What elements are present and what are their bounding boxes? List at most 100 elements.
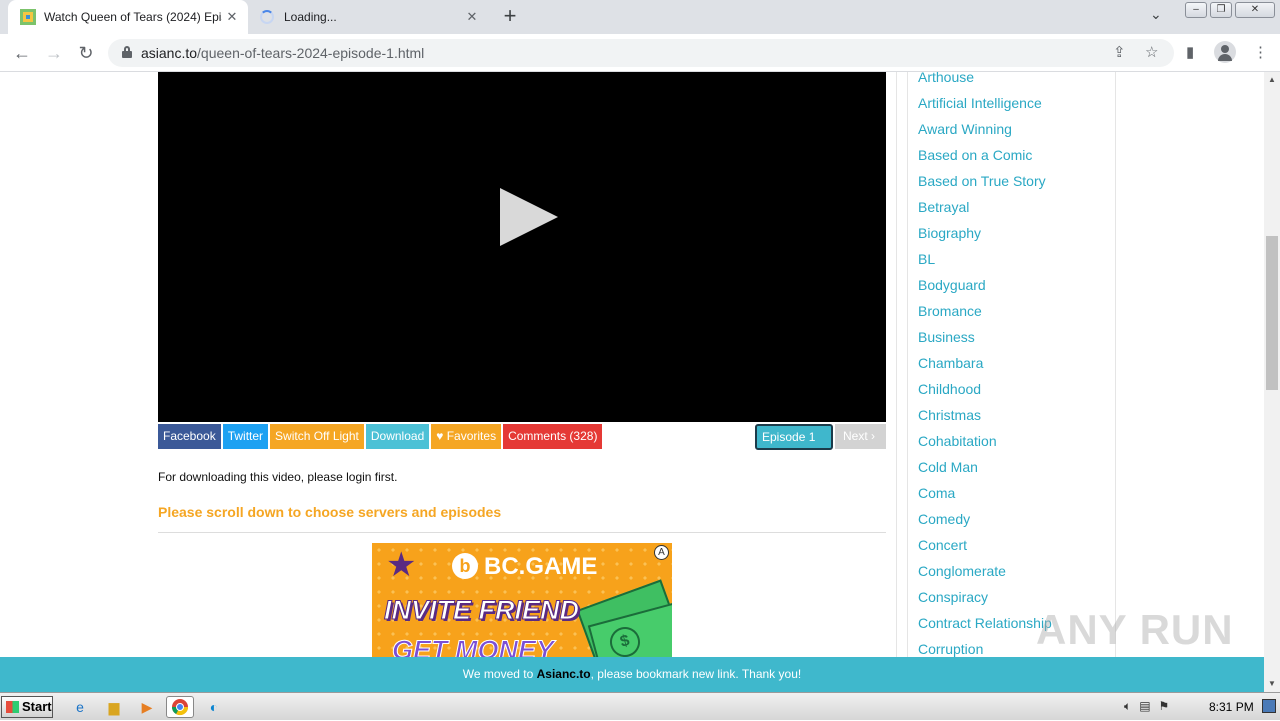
genre-link[interactable]: Arthouse [918,72,1052,94]
menu-kebab-icon[interactable]: ⋮ [1253,43,1268,61]
close-window-button[interactable]: ✕ [1235,2,1275,18]
genre-link[interactable]: Corruption [918,640,1052,657]
banner-suffix: , please bookmark new link. Thank you! [590,667,802,681]
genre-link[interactable]: Conglomerate [918,562,1052,588]
genre-link[interactable]: Christmas [918,406,1052,432]
genre-link[interactable]: Biography [918,224,1052,250]
tab-title: Loading... [284,10,337,24]
genre-link[interactable]: Comedy [918,510,1052,536]
show-desktop-button[interactable] [1262,699,1276,713]
tab-search-chevron-icon[interactable]: ⌄ [1150,6,1162,23]
media-player-icon[interactable]: ▶ [137,697,157,717]
minimize-button[interactable]: – [1185,2,1207,18]
next-episode-button[interactable]: Next › [835,424,886,449]
player-action-bar: Facebook Twitter Switch Off Light Downlo… [158,424,604,449]
ad-brand-logo: b BC.GAME [452,553,597,581]
chevron-right-icon: › [871,429,876,443]
forward-arrow-icon[interactable]: → [43,42,65,64]
divider [158,532,886,533]
file-explorer-icon[interactable]: ▆ [104,697,124,717]
url-text: asianc.to/queen-of-tears-2024-episode-1.… [141,45,425,61]
site-favicon-icon [20,9,36,25]
twitter-share-button[interactable]: Twitter [222,424,269,449]
restore-button[interactable]: ❐ [1210,2,1232,18]
brand-b-icon: b [452,553,478,579]
star-icon: ★ [386,546,417,584]
edge-browser-icon[interactable]: ◐ [204,697,224,717]
internet-explorer-icon[interactable]: e [70,697,90,717]
action-center-flag-icon[interactable]: ⚑ [1159,699,1170,714]
windows-taskbar: Start e ▆ ▶ ◐ 🔈︎ ▤ ⚑ 8:31 PM [0,692,1280,720]
favorites-button[interactable]: ♥ Favorites [431,424,502,449]
video-player[interactable] [158,72,886,422]
sidebar-border [907,72,908,657]
banner-prefix: We moved to [462,667,534,681]
close-tab-icon[interactable]: ✕ [222,9,242,25]
genre-link[interactable]: Cohabitation [918,432,1052,458]
reload-icon[interactable]: ↻ [75,42,97,64]
genre-link[interactable]: Based on a Comic [918,146,1052,172]
bookmark-star-icon[interactable]: ☆ [1145,43,1158,61]
genre-link[interactable]: Childhood [918,380,1052,406]
scroll-down-arrow-icon[interactable]: ▼ [1264,676,1280,692]
genre-list: Arthouse Artificial Intelligence Award Win… [918,72,1052,657]
ad-subheadline: GET MONEY [391,635,555,658]
comments-button[interactable]: Comments (328) [503,424,603,449]
new-tab-button[interactable]: + [498,4,522,28]
genre-link[interactable]: Coma [918,484,1052,510]
next-label: Next [843,429,868,443]
tab-loading[interactable]: Loading... ✕ [248,0,488,34]
download-button[interactable]: Download [365,424,430,449]
sidebar-border [1115,72,1116,657]
start-button[interactable]: Start [1,696,53,718]
system-tray: 🔈︎ ▤ ⚑ [1124,699,1169,714]
genre-link[interactable]: Business [918,328,1052,354]
tab-strip: Watch Queen of Tears (2024) Episode 1 ✕ … [0,0,1280,34]
genre-link[interactable]: Bodyguard [918,276,1052,302]
genre-link[interactable]: Concert [918,536,1052,562]
login-note: For downloading this video, please login… [158,470,398,484]
banner-site-link[interactable]: Asianc.to [537,667,591,681]
episode-button[interactable]: Episode 1 [755,424,833,450]
page-scrollbar[interactable]: ▲ ▼ [1264,72,1280,692]
switch-off-light-button[interactable]: Switch Off Light [270,424,364,449]
genre-link[interactable]: Betrayal [918,198,1052,224]
scrollbar-thumb[interactable] [1266,236,1278,390]
genre-link[interactable]: Chambara [918,354,1052,380]
taskbar-clock[interactable]: 8:31 PM [1209,700,1254,714]
moved-notice-banner: We moved to Asianc.to, please bookmark n… [0,657,1264,692]
ad-headline: INVITE FRIEND [383,595,580,626]
volume-icon[interactable]: 🔈︎ [1124,699,1131,714]
genre-link[interactable]: Cold Man [918,458,1052,484]
page-viewport: Facebook Twitter Switch Off Light Downlo… [0,72,1264,657]
side-panel-icon[interactable]: ▮ [1186,43,1194,61]
scroll-up-arrow-icon[interactable]: ▲ [1264,72,1280,88]
profile-avatar-icon[interactable] [1214,41,1236,63]
lock-icon [122,46,132,58]
share-icon[interactable]: ⇪ [1113,43,1126,61]
genre-link[interactable]: Conspiracy [918,588,1052,614]
tab-active[interactable]: Watch Queen of Tears (2024) Episode 1 ✕ [8,0,248,34]
genre-link[interactable]: Award Winning [918,120,1052,146]
genre-link[interactable]: Contract Relationship [918,614,1052,640]
content-divider [896,72,897,657]
network-icon[interactable]: ▤ [1139,699,1150,714]
play-icon[interactable] [500,188,558,246]
advertisement-banner[interactable]: ★ b BC.GAME $ INVITE FRIEND GET MONEY A [372,543,672,657]
address-bar[interactable]: asianc.to/queen-of-tears-2024-episode-1.… [108,39,1174,67]
adchoices-icon[interactable]: A [654,545,669,560]
genre-link[interactable]: Based on True Story [918,172,1052,198]
genre-link[interactable]: Artificial Intelligence [918,94,1052,120]
windows-logo-icon [6,701,19,713]
favorites-label: Favorites [446,429,497,443]
browser-toolbar: ← → ↻ asianc.to/queen-of-tears-2024-epis… [0,34,1280,72]
tab-title: Watch Queen of Tears (2024) Episode 1 [44,10,222,24]
anyrun-watermark: ANY RUN [1036,606,1234,653]
close-tab-icon[interactable]: ✕ [462,9,482,25]
genre-link[interactable]: Bromance [918,302,1052,328]
chrome-taskbar-icon[interactable] [166,696,194,718]
back-arrow-icon[interactable]: ← [11,42,33,64]
facebook-share-button[interactable]: Facebook [158,424,221,449]
loading-spinner-icon [260,10,274,24]
genre-link[interactable]: BL [918,250,1052,276]
